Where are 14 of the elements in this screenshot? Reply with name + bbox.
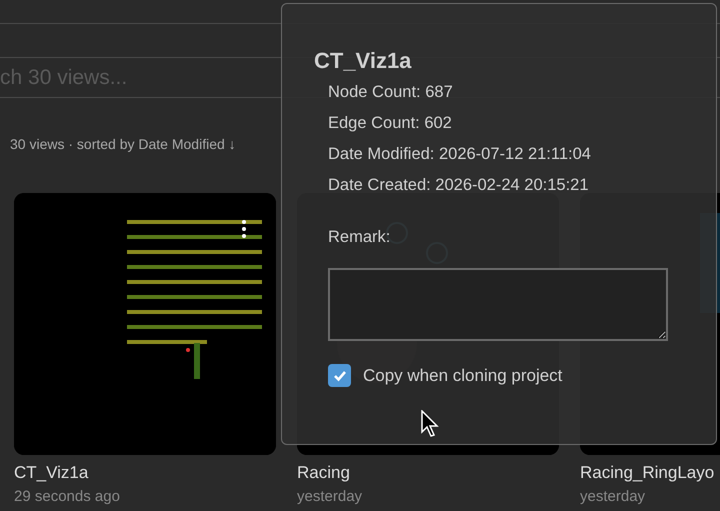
view-title: Racing_RingLayo [580, 462, 716, 484]
popover-title: CT_Viz1a [314, 47, 412, 75]
modified-time: 29 seconds ago [14, 486, 121, 506]
remark-label: Remark: [328, 227, 392, 248]
detail-text: Node Count: 687 [328, 82, 454, 103]
detail-text: Date Modified: 2026-07-12 21:11:04 [328, 144, 592, 165]
detail-text: Date Created: 2026-02-24 20:15:21 [328, 175, 590, 196]
modified-time: yesterday [297, 486, 364, 506]
checkbox-label: Copy when cloning project [363, 364, 562, 387]
view-title: CT_Viz1a [14, 462, 90, 484]
view-title: Racing [297, 462, 351, 484]
view-count-text: 30 views · sorted by Date Modified ↓ [10, 135, 237, 154]
modified-time: yesterday [580, 486, 646, 506]
detail-text: Edge Count: 602 [328, 113, 453, 134]
